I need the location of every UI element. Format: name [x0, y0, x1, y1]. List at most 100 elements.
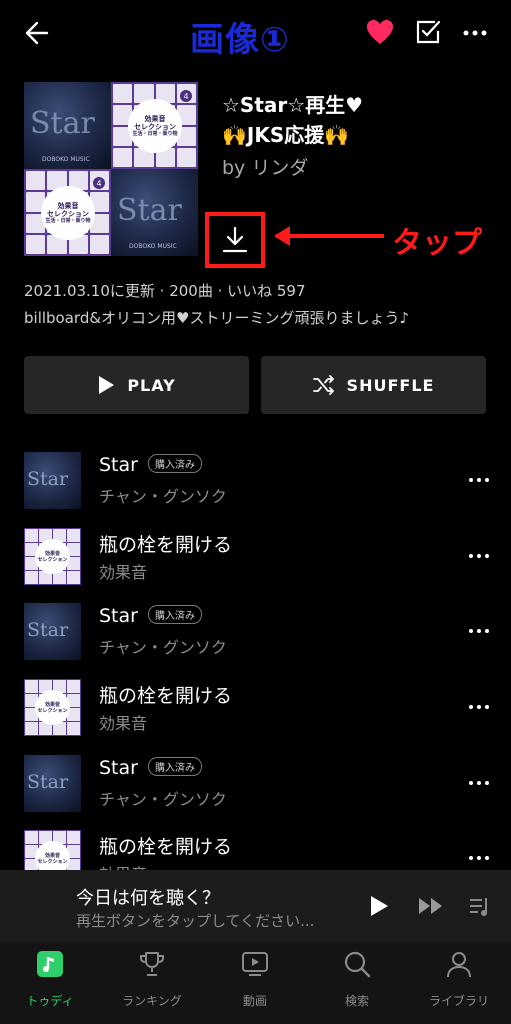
thumb-fx-line2: セレクション: [37, 858, 68, 865]
mini-play-icon[interactable]: [368, 894, 394, 920]
track-artist: 効果音: [99, 714, 148, 733]
nav-label-today: トゥディ: [26, 994, 74, 1008]
purchased-badge: 購入済み: [147, 454, 202, 473]
annotation-arrow-icon: [272, 222, 388, 254]
playlist-owner[interactable]: by リンダ: [222, 153, 308, 180]
track-thumbnail: 効果音 セレクション: [24, 679, 81, 736]
next-track-icon[interactable]: [418, 896, 446, 918]
cover-star-text: Star: [117, 193, 182, 228]
thumb-star-text: Star: [27, 468, 69, 490]
track-artist: チャン・グンソク: [99, 638, 227, 657]
annotation-tap-label: タップ: [392, 226, 482, 261]
track-more-icon[interactable]: [464, 697, 494, 717]
thumb-star-text: Star: [27, 619, 69, 641]
more-options-icon[interactable]: [458, 16, 492, 50]
purchased-badge: 購入済み: [147, 605, 202, 624]
cover-fx-number: 4: [93, 177, 105, 189]
track-title-wrap: 瓶の栓を開ける: [99, 832, 232, 859]
track-title: 瓶の栓を開ける: [99, 534, 233, 556]
annotation-title: 画像①: [190, 20, 290, 60]
track-more-icon[interactable]: [464, 546, 494, 566]
playlist-description: billboard&オリコン用♥ストリーミング頑張りましょう♪: [24, 309, 410, 327]
nav-label-ranking: ランキング: [122, 994, 182, 1008]
shuffle-icon: [312, 375, 334, 395]
mini-player-title: 今日は何を聴く？: [76, 888, 220, 909]
track-title-wrap: Star 購入済み: [99, 454, 202, 476]
cover-fx-line1: 効果音: [144, 114, 166, 123]
cover-star-art: Star DOBOKO MUSIC: [111, 169, 198, 256]
track-more-icon[interactable]: [464, 848, 494, 868]
track-artist: チャン・グンソク: [99, 487, 227, 506]
track-artist: チャン・グンソク: [99, 790, 227, 809]
thumb-fx-line2: セレクション: [37, 707, 68, 714]
track-artist: 効果音: [99, 563, 148, 582]
bottom-navigation: トゥディ ランキング 動画 検索 ライブラリ: [0, 942, 511, 1024]
track-title: Star: [99, 605, 138, 627]
cover-fx-line3: 生活・日常・乗り物: [132, 131, 178, 138]
playlist-cover: Star DOBOKO MUSIC 効果音 セレクション 生活・日常・乗り物 4…: [24, 82, 198, 256]
heart-icon[interactable]: [364, 16, 396, 48]
cover-star-caption: DOBOKO MUSIC: [42, 156, 90, 163]
nav-tab-today[interactable]: トゥディ: [0, 948, 100, 1018]
track-thumbnail: 効果音 セレクション: [24, 528, 81, 585]
playlist-title-line2: 🙌JKS応援🙌: [222, 123, 350, 147]
shuffle-button[interactable]: SHUFFLE: [261, 356, 486, 414]
queue-icon[interactable]: [468, 896, 496, 920]
playlist-title: ☆Star☆再生♥ 🙌JKS応援🙌: [222, 90, 402, 150]
cover-fx-art: 効果音 セレクション 生活・日常・乗り物 4: [111, 82, 198, 169]
track-title: Star: [99, 454, 138, 476]
nav-tab-library[interactable]: ライブラリ: [409, 948, 509, 1018]
purchased-badge: 購入済み: [147, 757, 202, 776]
music-note-icon: [36, 950, 64, 978]
track-title: 瓶の栓を開ける: [99, 685, 233, 707]
track-title: Star: [99, 757, 138, 779]
nav-tab-video[interactable]: 動画: [205, 948, 305, 1018]
track-row[interactable]: Star Star 購入済みチャン・グンソク: [24, 452, 494, 512]
video-icon: [241, 950, 269, 978]
download-icon: [222, 226, 248, 253]
back-arrow-icon[interactable]: [18, 16, 52, 50]
search-icon: [343, 950, 371, 978]
track-thumbnail: Star: [24, 603, 81, 660]
cover-fx-line3: 生活・日常・乗り物: [45, 218, 91, 225]
track-row[interactable]: Star Star 購入済みチャン・グンソク: [24, 755, 494, 815]
track-more-icon[interactable]: [464, 773, 494, 793]
trophy-icon: [138, 950, 166, 978]
playlist-title-line1: ☆Star☆再生♥: [222, 93, 364, 117]
cover-fx-line1: 効果音: [57, 201, 79, 210]
track-thumbnail: Star: [24, 452, 81, 509]
cover-star-art: Star DOBOKO MUSIC: [24, 82, 111, 169]
mini-player-subtitle: 再生ボタンをタップしてください...: [76, 912, 315, 930]
cover-fx-art: 効果音 セレクション 生活・日常・乗り物 4: [24, 169, 111, 256]
track-title-wrap: Star 購入済み: [99, 605, 202, 627]
thumb-fx-line2: セレクション: [37, 556, 68, 563]
play-icon: [99, 376, 115, 394]
cover-star-caption: DOBOKO MUSIC: [129, 243, 177, 250]
thumb-star-text: Star: [27, 771, 69, 793]
track-row[interactable]: 効果音セレクション瓶の栓を開ける効果音: [24, 528, 494, 588]
nav-label-library: ライブラリ: [428, 994, 489, 1008]
add-to-list-icon[interactable]: [412, 16, 444, 48]
mini-player[interactable]: 今日は何を聴く？ 再生ボタンをタップしてください...: [0, 870, 511, 942]
cover-star-text: Star: [30, 106, 95, 141]
track-title-wrap: 瓶の栓を開ける: [99, 681, 232, 708]
nav-tab-ranking[interactable]: ランキング: [102, 948, 202, 1018]
nav-label-search: 検索: [344, 994, 369, 1008]
nav-label-video: 動画: [242, 994, 267, 1008]
playlist-meta: 2021.03.10に更新 · 200曲 · いいね 597: [24, 282, 306, 300]
track-row[interactable]: Star Star 購入済みチャン・グンソク: [24, 603, 494, 663]
track-row[interactable]: 効果音セレクション瓶の栓を開ける効果音: [24, 679, 494, 739]
track-title: 瓶の栓を開ける: [99, 836, 233, 858]
track-more-icon[interactable]: [464, 621, 494, 641]
nav-tab-search[interactable]: 検索: [307, 948, 407, 1018]
cover-fx-number: 4: [180, 90, 192, 102]
track-title-wrap: 瓶の栓を開ける: [99, 530, 232, 557]
play-button[interactable]: PLAY: [24, 356, 249, 414]
person-icon: [445, 950, 473, 978]
track-title-wrap: Star 購入済み: [99, 757, 202, 779]
play-button-label: PLAY: [127, 375, 176, 395]
download-button[interactable]: [205, 212, 265, 268]
track-thumbnail: Star: [24, 755, 81, 812]
track-more-icon[interactable]: [464, 470, 494, 490]
shuffle-button-label: SHUFFLE: [346, 375, 435, 395]
